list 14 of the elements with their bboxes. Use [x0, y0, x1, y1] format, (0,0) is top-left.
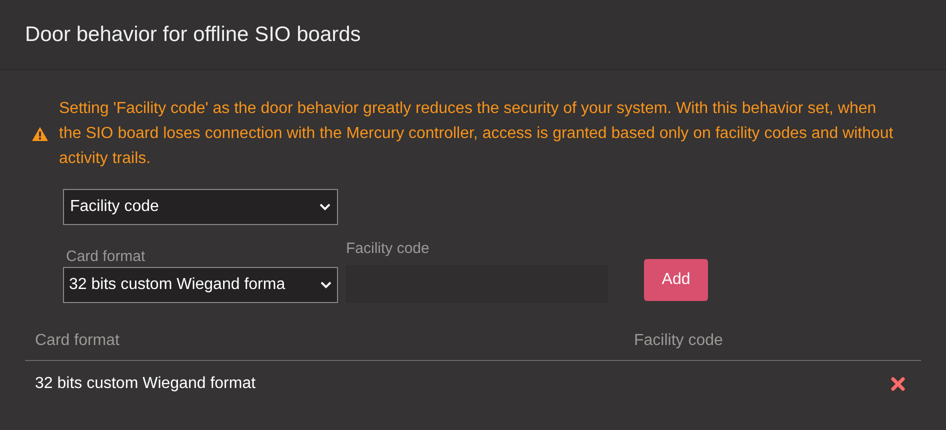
column-header: Card format [35, 330, 120, 350]
dialog-title: Door behavior for offline SIO boards [25, 22, 361, 48]
add-button[interactable]: Add [644, 259, 708, 301]
column-header: Facility code [634, 330, 723, 350]
table-cell-text: 32 bits custom Wiegand format [35, 374, 256, 394]
delete-icon[interactable] [891, 377, 905, 391]
facility-code-label: Facility code [346, 239, 430, 259]
warning-message: Setting 'Facility code' as the door behavior greatly reduces the security of your system. With this behavior set, when the SIO board loses connection with the Mercury controller, access is granted based only on facility codes and without activity trails. [59, 99, 894, 169]
warning-icon [31, 126, 49, 142]
behavior-select[interactable]: Facility code [63, 189, 338, 225]
card-format-label: Card format [65, 247, 146, 267]
card-format-select[interactable]: 32 bits custom Wiegand forma [63, 267, 338, 303]
chevron-down-icon [319, 203, 331, 211]
chevron-down-icon [320, 281, 332, 289]
